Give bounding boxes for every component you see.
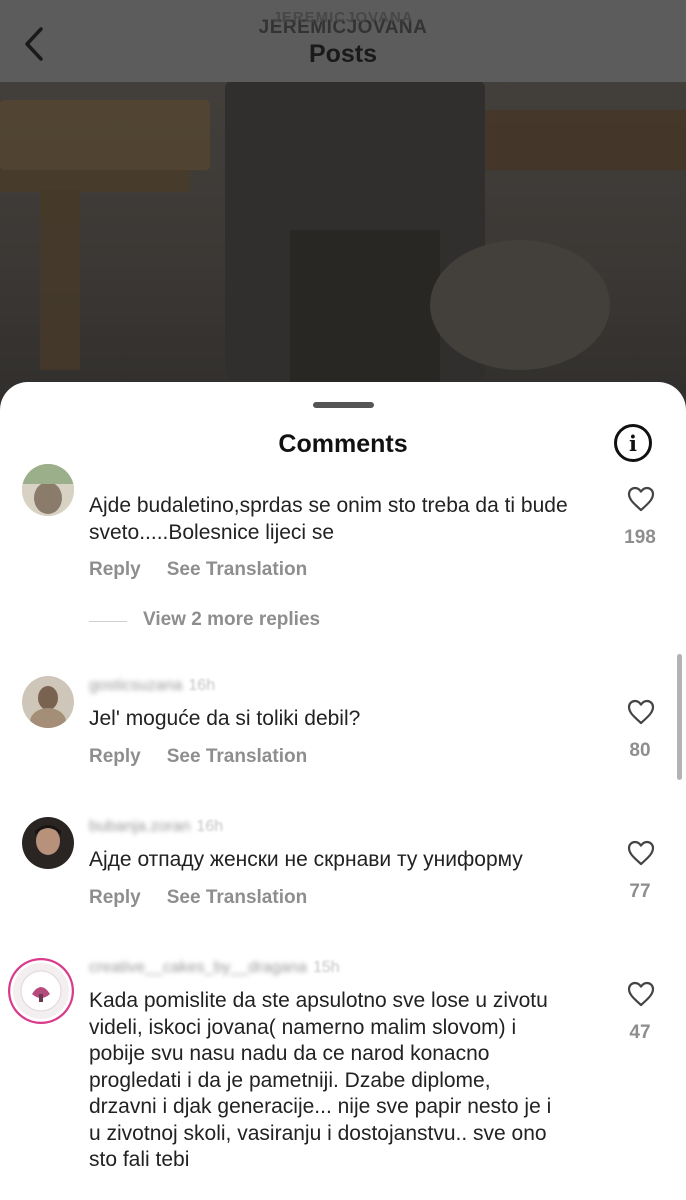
comment-username[interactable]: gosticsuzana [89,677,182,694]
avatar-photo [22,817,74,869]
comment-username[interactable]: creative__cakes_by__dragana [89,959,307,976]
comment-timestamp: 16h [196,818,224,835]
avatar-photo [22,676,74,728]
comment-actions: Reply See Translation [89,559,307,581]
comment-header: gosticsuzana 16h [89,677,215,695]
comment-timestamp: 15h [312,959,340,976]
reply-button[interactable]: Reply [89,887,141,908]
like-button[interactable] [622,699,660,725]
like-count: 198 [624,527,656,548]
info-icon: i [629,430,637,456]
avatar-photo [22,464,74,516]
reply-button[interactable]: Reply [89,559,141,580]
like-count: 47 [629,1022,651,1043]
reply-button[interactable]: Reply [89,746,141,767]
comment-actions: Reply See Translation [89,887,307,909]
like-count: 80 [629,740,651,761]
replies-divider-line [89,621,127,622]
heart-icon [627,699,655,725]
avatar[interactable] [22,817,74,869]
view-more-replies-button[interactable]: View 2 more replies [143,609,320,631]
like-button[interactable] [622,486,660,512]
comment-text: Kada pomislite da ste apsulotno sve lose… [89,989,552,1171]
comments-title: Comments [278,430,408,458]
like-count: 77 [629,881,651,902]
page-title: Posts [308,40,378,68]
chevron-left-icon [25,27,43,61]
comment-text: Ajde budaletino,sprdas se onim sto treba… [89,494,568,544]
comment-text: Jel' moguće da si toliki debil? [89,707,361,730]
comment-username[interactable]: bubanja.zoran [89,818,190,835]
back-button[interactable] [14,24,54,64]
like-button[interactable] [622,840,660,866]
see-translation-button[interactable]: See Translation [167,559,307,580]
heart-icon [627,486,655,512]
comment-text: Ајде отпаду женски не скрнави ту униформ… [89,848,523,871]
comment-header: bubanja.zoran 16h [89,818,223,836]
comment-actions: Reply See Translation [89,746,307,768]
avatar[interactable] [22,676,74,728]
heart-icon [627,981,655,1007]
see-translation-button[interactable]: See Translation [167,746,307,767]
top-navigation-bar: JEREMICJOVANA JEREMICJOVANA Posts [0,0,686,82]
comments-sheet: Comments i Ajde budaletino,sprdas se oni… [0,382,686,1200]
sheet-drag-handle[interactable] [313,402,374,408]
like-button[interactable] [622,981,660,1007]
comment-header: creative__cakes_by__dragana 15h [89,959,340,977]
comment-timestamp: 16h [188,677,216,694]
heart-icon [627,840,655,866]
header-username-ghost: JEREMICJOVANA [272,9,414,26]
avatar-photo [8,958,74,1024]
info-button[interactable]: i [614,424,652,462]
scrollbar[interactable] [677,654,682,780]
avatar[interactable] [8,958,74,1024]
avatar[interactable] [22,464,74,516]
see-translation-button[interactable]: See Translation [167,887,307,908]
